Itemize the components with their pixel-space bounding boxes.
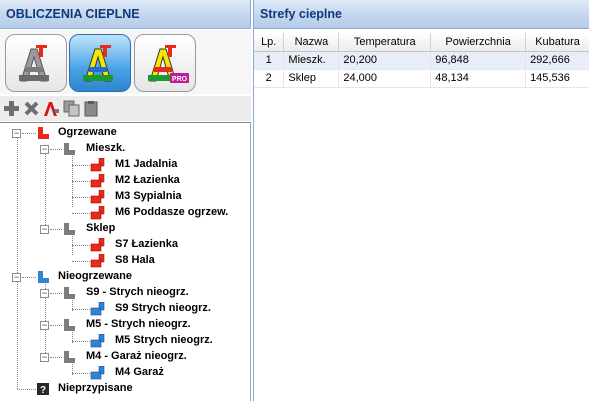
tree-label: Nieprzypisane (58, 382, 133, 394)
heated-room-icon (90, 158, 105, 172)
heated-room-icon (90, 190, 105, 204)
unassigned-icon: ? (37, 383, 49, 396)
tree-label: M4 - Garaż nieogrz. (86, 350, 187, 362)
pro-calc-icon: PRO (148, 45, 189, 83)
zone-icon (64, 351, 75, 363)
cell-lp: 2 (254, 69, 285, 88)
heated-room-icon (90, 206, 105, 220)
tree-label: S8 Hala (115, 254, 155, 266)
tree-node-ogrzewane[interactable]: − Ogrzewane (0, 125, 250, 141)
unheated-room-icon (90, 302, 105, 316)
paste-icon[interactable] (83, 100, 100, 117)
zone-icon (64, 319, 75, 331)
col-header-nazwa[interactable]: Nazwa (283, 33, 340, 52)
cell-kubatura: 292,666 (525, 51, 589, 70)
cell-powierzchnia: 96,848 (430, 51, 527, 70)
tree-node-nieprzypisane[interactable]: ? Nieprzypisane (0, 381, 250, 397)
tree-label: M1 Jadalnia (115, 158, 178, 170)
tree-label: M2 Łazienka (115, 174, 180, 186)
mode-bar: PRO (0, 30, 251, 94)
tree-node-m5-zone[interactable]: − M5 - Strych nieogrz. (0, 317, 250, 333)
heated-room-icon (90, 254, 105, 268)
unheated-room-icon (90, 334, 105, 348)
cell-nazwa: Mieszk. (283, 51, 340, 70)
tree-node-m3[interactable]: M3 Sypialnia (0, 189, 250, 205)
zone-icon (64, 143, 75, 155)
collapse-toggle[interactable]: − (40, 145, 49, 154)
tree-label: Sklep (86, 222, 116, 234)
tree-label: S9 - Strych nieogrz. (86, 286, 189, 298)
tree-node-m4[interactable]: M4 Garaż (0, 365, 250, 381)
zones-table: Lp. Nazwa Temperatura Powierzchnia Kubat… (254, 33, 589, 88)
tree-node-s9[interactable]: S9 Strych nieogrz. (0, 301, 250, 317)
tree-label: M4 Garaż (115, 366, 164, 378)
heated-room-icon (90, 238, 105, 252)
cell-kubatura: 145,536 (525, 69, 589, 88)
tree-node-nieogrzewane[interactable]: − Nieogrzewane (0, 269, 250, 285)
left-panel: OBLICZENIA CIEPLNE PRO − Ogrzewane − Mie… (0, 0, 251, 401)
right-panel: Strefy cieplne Lp. Nazwa Temperatura Pow… (253, 0, 589, 401)
cell-lp: 1 (254, 51, 285, 70)
add-icon[interactable] (3, 100, 20, 117)
pro-calc-button[interactable]: PRO (134, 34, 196, 92)
cell-temperatura: 24,000 (338, 69, 432, 88)
table-row[interactable]: 2 Sklep 24,000 48,134 145,536 (254, 69, 589, 88)
collapse-toggle[interactable]: − (40, 353, 49, 362)
cell-powierzchnia: 48,134 (430, 69, 527, 88)
tree-node-m5[interactable]: M5 Strych nieogrz. (0, 333, 250, 349)
tree-label: Mieszk. (86, 142, 126, 154)
table-header-row: Lp. Nazwa Temperatura Powierzchnia Kubat… (254, 33, 589, 52)
svg-text:?: ? (40, 385, 46, 396)
tree-label: M5 Strych nieogrz. (115, 334, 213, 346)
collapse-toggle[interactable]: − (40, 225, 49, 234)
unheated-group-icon (38, 271, 49, 283)
tree-node-s7[interactable]: S7 Łazienka (0, 237, 250, 253)
copy-icon[interactable] (63, 100, 80, 117)
col-header-kubatura[interactable]: Kubatura (525, 33, 589, 52)
tree-node-s8[interactable]: S8 Hala (0, 253, 250, 269)
collapse-toggle[interactable]: − (40, 289, 49, 298)
tree-node-m6[interactable]: M6 Poddasze ogrzew. (0, 205, 250, 221)
cell-nazwa: Sklep (283, 69, 340, 88)
collapse-toggle[interactable]: − (12, 273, 21, 282)
heated-group-icon (38, 127, 49, 139)
right-panel-title: Strefy cieplne (254, 0, 589, 29)
tree-label: M3 Sypialnia (115, 190, 182, 202)
heat-calc-icon (83, 45, 113, 82)
left-panel-title: OBLICZENIA CIEPLNE (0, 0, 251, 29)
heat-calc-button[interactable] (69, 34, 131, 92)
tree-label: Nieogrzewane (58, 270, 132, 282)
tree-node-m2[interactable]: M2 Łazienka (0, 173, 250, 189)
heated-room-icon (90, 174, 105, 188)
delete-icon[interactable] (23, 100, 40, 117)
area-calc-button[interactable] (5, 34, 67, 92)
tree-node-sklep[interactable]: − Sklep (0, 221, 250, 237)
col-header-powierzchnia[interactable]: Powierzchnia (430, 33, 527, 52)
zone-tree: − Ogrzewane − Mieszk. M1 Jadalnia M2 Łaz… (0, 122, 251, 401)
collapse-toggle[interactable]: − (40, 321, 49, 330)
tree-node-mieszk[interactable]: − Mieszk. (0, 141, 250, 157)
tree-label: Ogrzewane (58, 126, 117, 138)
area-calc-icon (19, 45, 49, 82)
tree-node-s9-zone[interactable]: − S9 - Strych nieogrz. (0, 285, 250, 301)
col-header-lp[interactable]: Lp. (254, 33, 285, 52)
zone-icon (64, 287, 75, 299)
tree-label: M5 - Strych nieogrz. (86, 318, 191, 330)
col-header-temperatura[interactable]: Temperatura (338, 33, 432, 52)
tree-label: S9 Strych nieogrz. (115, 302, 211, 314)
svg-text:PRO: PRO (172, 76, 188, 83)
tree-label: S7 Łazienka (115, 238, 178, 250)
tree-node-m1[interactable]: M1 Jadalnia (0, 157, 250, 173)
tree-node-m4-zone[interactable]: − M4 - Garaż nieogrz. (0, 349, 250, 365)
zone-icon (64, 223, 75, 235)
table-row[interactable]: 1 Mieszk. 20,200 96,848 292,666 (254, 51, 589, 70)
tree-label: M6 Poddasze ogrzew. (115, 206, 229, 218)
collapse-toggle[interactable]: − (12, 129, 21, 138)
tree-toolbar (0, 96, 251, 121)
unheated-room-icon (90, 366, 105, 380)
cell-temperatura: 20,200 (338, 51, 432, 70)
rename-icon[interactable] (43, 100, 60, 117)
